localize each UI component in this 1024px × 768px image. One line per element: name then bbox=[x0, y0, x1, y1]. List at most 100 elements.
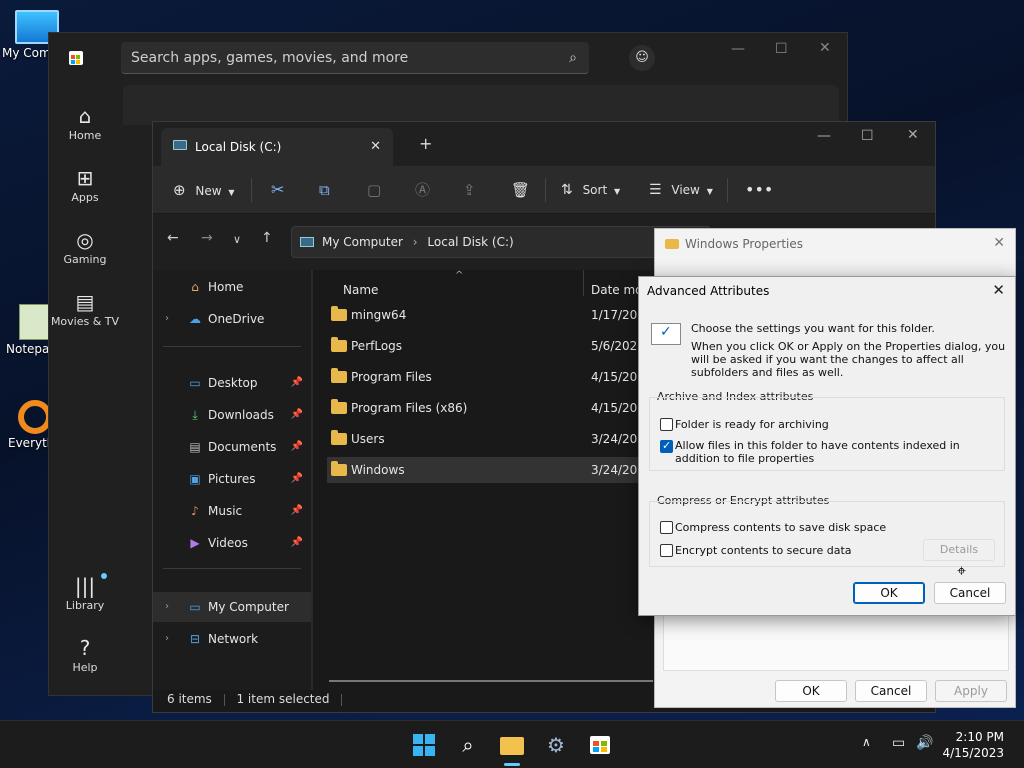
chevron-right-icon[interactable]: › bbox=[165, 592, 169, 622]
cancel-button[interactable]: Cancel bbox=[934, 582, 1006, 604]
pin-icon[interactable]: 📌 bbox=[291, 528, 303, 558]
share-icon[interactable]: ⇪ bbox=[463, 166, 476, 214]
address-bar[interactable]: My Computer › Local Disk (C:) bbox=[291, 226, 711, 258]
sidebar-item-music[interactable]: ♪ Music 📌 bbox=[153, 496, 311, 526]
properties-content-frame bbox=[663, 615, 1009, 671]
recent-chevron-icon[interactable]: ∨ bbox=[233, 233, 241, 246]
nav-home[interactable]: ⌂ Home bbox=[49, 103, 121, 165]
table-row[interactable]: PerfLogs 5/6/2022 bbox=[327, 333, 667, 359]
active-app-indicator bbox=[504, 763, 520, 766]
pin-icon[interactable]: 📌 bbox=[291, 464, 303, 494]
row-name: Windows bbox=[351, 463, 405, 477]
table-row[interactable]: mingw64 1/17/2023 bbox=[327, 302, 667, 328]
close-icon[interactable]: ✕ bbox=[992, 281, 1005, 299]
sidebar-item-pictures[interactable]: ▣ Pictures 📌 bbox=[153, 464, 311, 494]
archive-checkbox[interactable] bbox=[660, 418, 673, 431]
sidebar-item-onedrive[interactable]: › ☁ OneDrive bbox=[153, 304, 311, 334]
gaming-icon: ◎ bbox=[76, 228, 94, 252]
delete-icon[interactable]: 🗑 bbox=[511, 166, 530, 214]
nav-movies[interactable]: ▤ Movies & TV bbox=[49, 289, 121, 351]
store-button[interactable] bbox=[586, 731, 614, 759]
minimize-icon[interactable]: — bbox=[731, 41, 745, 57]
apps-icon: ⊞ bbox=[76, 166, 94, 190]
nav-gaming[interactable]: ◎ Gaming bbox=[49, 227, 121, 289]
more-options-icon[interactable]: ••• bbox=[745, 166, 773, 214]
sidebar-label: Network bbox=[208, 632, 259, 646]
pin-icon[interactable]: 📌 bbox=[291, 496, 303, 526]
copy-icon[interactable]: ⧉ bbox=[319, 166, 330, 214]
table-row[interactable]: Users 3/24/2023 bbox=[327, 426, 667, 452]
column-header-name[interactable]: Name bbox=[343, 276, 378, 304]
sidebar-item-videos[interactable]: ▶ Videos 📌 bbox=[153, 528, 311, 558]
tab-close-icon[interactable]: ✕ bbox=[370, 128, 381, 166]
maximize-icon[interactable]: ☐ bbox=[775, 41, 788, 57]
sidebar-item-my-computer[interactable]: › ▭ My Computer bbox=[153, 592, 311, 622]
everything-icon bbox=[18, 400, 52, 434]
explorer-tab[interactable]: Local Disk (C:) ✕ bbox=[161, 128, 393, 166]
close-icon[interactable]: ✕ bbox=[819, 40, 831, 56]
chevron-right-icon[interactable]: › bbox=[165, 624, 169, 654]
back-icon[interactable]: ← bbox=[167, 230, 179, 246]
new-button[interactable]: ⊕ New ▼ bbox=[173, 166, 235, 214]
file-explorer-button[interactable] bbox=[498, 731, 526, 759]
ok-button[interactable]: OK bbox=[853, 582, 925, 604]
up-icon[interactable]: ↑ bbox=[261, 230, 273, 246]
network-icon[interactable]: ▭ bbox=[892, 735, 905, 751]
apply-button[interactable]: Apply bbox=[935, 680, 1007, 702]
details-button[interactable]: Details bbox=[923, 539, 995, 561]
row-name: PerfLogs bbox=[351, 339, 403, 353]
settings-button[interactable]: ⚙ bbox=[542, 731, 570, 759]
close-icon[interactable]: ✕ bbox=[993, 235, 1005, 251]
table-row[interactable]: Program Files (x86) 4/15/2023 bbox=[327, 395, 667, 421]
maximize-icon[interactable]: ☐ bbox=[861, 128, 874, 144]
encrypt-checkbox[interactable] bbox=[660, 544, 673, 557]
new-tab-icon[interactable]: + bbox=[419, 134, 432, 153]
search-icon[interactable]: ⌕ bbox=[569, 42, 577, 74]
row-name: mingw64 bbox=[351, 308, 407, 322]
volume-icon[interactable]: 🔊 bbox=[916, 735, 933, 751]
index-checkbox[interactable] bbox=[660, 439, 673, 453]
sort-button[interactable]: ⇅ Sort ▼ bbox=[561, 166, 620, 214]
sidebar-item-documents[interactable]: ▤ Documents 📌 bbox=[153, 432, 311, 462]
paste-icon[interactable]: ▢ bbox=[367, 166, 381, 214]
home-icon: ⌂ bbox=[78, 104, 92, 128]
search-button[interactable]: ⌕ bbox=[454, 731, 482, 759]
account-icon[interactable]: ☺ bbox=[629, 45, 655, 71]
cut-icon[interactable]: ✂ bbox=[271, 166, 284, 214]
view-icon: ☰ bbox=[649, 182, 662, 198]
sidebar-item-downloads[interactable]: ⤓ Downloads 📌 bbox=[153, 400, 311, 430]
intro-sub: When you click OK or Apply on the Proper… bbox=[691, 340, 1006, 379]
nav-library[interactable]: ||| Library bbox=[49, 573, 121, 635]
cancel-button[interactable]: Cancel bbox=[855, 680, 927, 702]
sidebar-item-network[interactable]: › ⊟ Network bbox=[153, 624, 311, 654]
breadcrumb-item[interactable]: Local Disk (C:) bbox=[427, 235, 513, 249]
compress-checkbox[interactable] bbox=[660, 521, 673, 534]
view-button[interactable]: ☰ View ▼ bbox=[649, 166, 713, 214]
ok-button[interactable]: OK bbox=[775, 680, 847, 702]
chevron-right-icon[interactable]: › bbox=[165, 304, 169, 334]
pin-icon[interactable]: 📌 bbox=[291, 432, 303, 462]
minimize-icon[interactable]: — bbox=[817, 128, 831, 144]
folder-icon bbox=[665, 239, 679, 249]
forward-icon[interactable]: → bbox=[201, 230, 213, 246]
advanced-attributes-dialog[interactable]: Advanced Attributes ✕ ✓ Choose the setti… bbox=[638, 276, 1016, 616]
sidebar-item-desktop[interactable]: ▭ Desktop 📌 bbox=[153, 368, 311, 398]
pin-icon[interactable]: 📌 bbox=[291, 368, 303, 398]
table-row[interactable]: Windows 3/24/2023 bbox=[327, 457, 667, 483]
start-button[interactable] bbox=[410, 731, 438, 759]
folder-icon bbox=[331, 399, 347, 414]
sort-icon: ⇅ bbox=[561, 182, 573, 198]
clock[interactable]: 2:10 PM 4/15/2023 bbox=[942, 729, 1004, 761]
pin-icon[interactable]: 📌 bbox=[291, 400, 303, 430]
nav-help[interactable]: ? Help bbox=[49, 635, 121, 697]
close-icon[interactable]: ✕ bbox=[907, 127, 919, 143]
column-divider[interactable] bbox=[583, 270, 584, 296]
sidebar-item-home[interactable]: ⌂ Home bbox=[153, 272, 311, 302]
nav-apps[interactable]: ⊞ Apps bbox=[49, 165, 121, 227]
table-row[interactable]: Program Files 4/15/2023 bbox=[327, 364, 667, 390]
breadcrumb-item[interactable]: My Computer bbox=[322, 235, 403, 249]
chevron-up-icon[interactable]: ∧ bbox=[862, 735, 871, 749]
horizontal-scrollbar[interactable] bbox=[329, 680, 653, 682]
store-search-input[interactable]: Search apps, games, movies, and more ⌕ bbox=[121, 42, 589, 74]
rename-icon[interactable]: Ⓐ bbox=[415, 166, 430, 214]
